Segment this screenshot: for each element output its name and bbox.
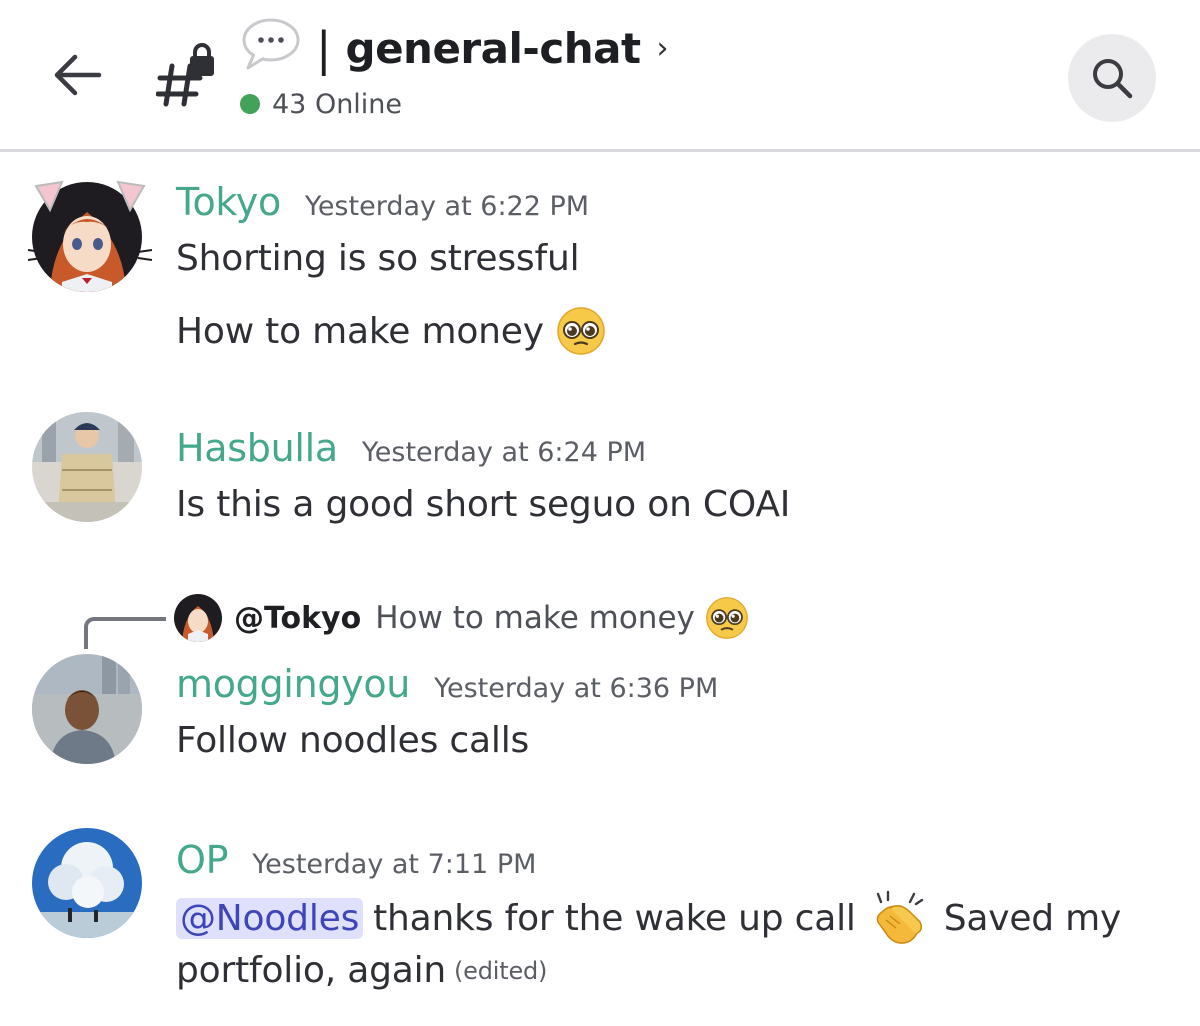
reply-username: @Tokyo xyxy=(234,600,362,636)
reply-preview[interactable]: @Tokyo How to make money xyxy=(174,590,749,646)
message-header: Hasbulla Yesterday at 6:24 PM xyxy=(176,426,646,470)
message-text-content: portfolio, again xyxy=(176,950,446,991)
message-text-content: How to make money xyxy=(176,310,544,352)
reply-text: How to make money xyxy=(375,600,695,636)
timestamp: Yesterday at 6:22 PM xyxy=(304,191,590,222)
message-header: moggingyou Yesterday at 6:36 PM xyxy=(176,662,718,706)
avatar[interactable] xyxy=(32,828,142,938)
pleading-face-emoji-icon xyxy=(557,307,605,355)
pleading-face-emoji-icon xyxy=(705,597,748,639)
search-icon xyxy=(1093,59,1133,99)
username[interactable]: moggingyou xyxy=(176,662,410,706)
edited-label: (edited) xyxy=(454,956,548,985)
username[interactable]: Tokyo xyxy=(176,180,281,224)
user-mention[interactable]: @Noodles xyxy=(176,897,364,939)
channel-header: | general-chat › 43 Online xyxy=(0,0,1200,152)
reply-connector xyxy=(84,617,166,649)
timestamp: Yesterday at 6:24 PM xyxy=(361,437,647,468)
title-separator: | xyxy=(316,22,332,76)
channel-name: general-chat xyxy=(345,24,642,73)
online-dot-icon xyxy=(240,94,260,114)
online-status: 43 Online xyxy=(240,86,402,122)
username[interactable]: OP xyxy=(176,838,229,882)
message-text-content: Saved my xyxy=(943,897,1122,939)
online-count: 43 Online xyxy=(272,88,403,120)
message-header: Tokyo Yesterday at 6:22 PM xyxy=(176,180,589,224)
message-text: @Noodles thanks for the wake up call Sav… xyxy=(176,890,1121,946)
avatar[interactable] xyxy=(32,654,142,764)
reply-avatar xyxy=(174,594,222,642)
username[interactable]: Hasbulla xyxy=(176,426,338,470)
timestamp: Yesterday at 7:11 PM xyxy=(252,849,537,880)
message-text: Is this a good short seguo on COAI xyxy=(176,484,791,525)
message-text: portfolio, again (edited) xyxy=(176,950,547,991)
back-arrow-icon xyxy=(54,54,102,96)
timestamp: Yesterday at 6:36 PM xyxy=(434,673,719,704)
message-text-content: thanks for the wake up call xyxy=(373,897,856,939)
message-text: How to make money xyxy=(176,306,606,356)
locked-hash-icon xyxy=(156,43,214,107)
channel-title[interactable]: | general-chat › xyxy=(316,18,669,80)
speech-bubble-icon xyxy=(242,18,300,70)
message-header: OP Yesterday at 7:11 PM xyxy=(176,838,536,882)
cat-ears-decoration xyxy=(28,180,152,261)
avatar[interactable] xyxy=(32,412,142,522)
message-text: Follow noodles calls xyxy=(176,720,530,761)
clapping-hands-emoji-icon xyxy=(876,890,923,944)
message-text: Shorting is so stressful xyxy=(176,238,580,279)
search-button[interactable] xyxy=(1068,34,1156,122)
back-button[interactable] xyxy=(48,46,106,104)
chevron-right-icon: › xyxy=(656,31,669,66)
